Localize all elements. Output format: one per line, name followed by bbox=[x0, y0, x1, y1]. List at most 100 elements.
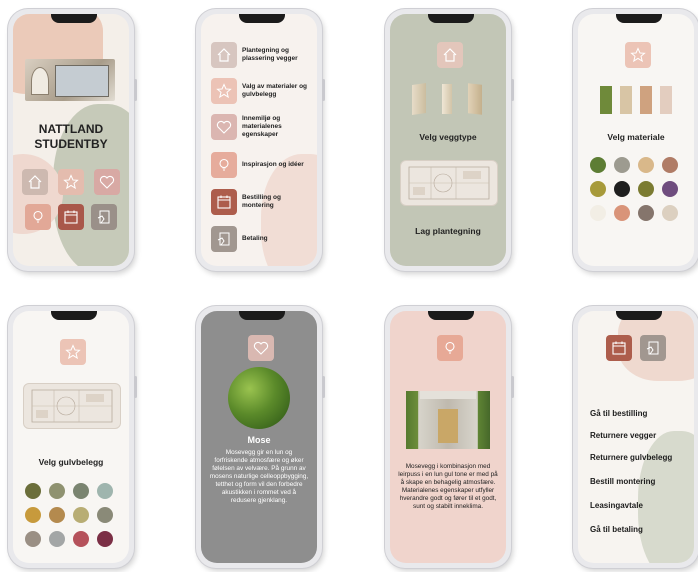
material-sample-4[interactable] bbox=[660, 86, 672, 114]
wall-type-label: Velg veggtype bbox=[419, 132, 477, 142]
material-swatch[interactable] bbox=[638, 181, 654, 197]
heart-icon bbox=[99, 175, 115, 189]
go-to-payment-link[interactable]: Gå til betaling bbox=[590, 525, 643, 534]
inspiration-description: Mosevegg i kombinasjon med leirpuss i en… bbox=[398, 463, 498, 510]
star-tile[interactable] bbox=[60, 339, 86, 365]
star-tile[interactable] bbox=[625, 42, 651, 68]
walltype-screen: Velg veggtype Lag plantegning bbox=[390, 14, 506, 266]
heart-icon bbox=[216, 120, 232, 134]
star-icon bbox=[63, 174, 79, 190]
material-swatch[interactable] bbox=[662, 157, 678, 173]
material-swatch[interactable] bbox=[590, 205, 606, 221]
phone-home: NATTLAND STUDENTBY bbox=[8, 9, 137, 271]
home-tile-inspiration[interactable] bbox=[25, 204, 51, 230]
floor-swatch[interactable] bbox=[49, 507, 65, 523]
material-swatch[interactable] bbox=[638, 205, 654, 221]
calendar-icon bbox=[64, 210, 78, 224]
home-tile-payment[interactable] bbox=[91, 204, 117, 230]
moss-heading: Mose bbox=[247, 435, 271, 445]
wall-option-2[interactable] bbox=[442, 84, 452, 114]
menu-item-order[interactable]: Bestilling og montering bbox=[211, 189, 312, 215]
calendar-icon bbox=[217, 195, 231, 209]
leasing-link[interactable]: Leasingavtale bbox=[590, 501, 643, 510]
material-screen: Velg materiale bbox=[578, 14, 694, 266]
payment-tile[interactable] bbox=[640, 335, 666, 361]
floor-plan-label: Lag plantegning bbox=[415, 226, 481, 236]
floor-plan[interactable] bbox=[23, 383, 121, 429]
home-tile-plan[interactable] bbox=[22, 169, 48, 195]
material-swatch[interactable] bbox=[614, 181, 630, 197]
phone-order: Gå til bestilling Returnere vegger Retur… bbox=[573, 306, 698, 568]
floor-swatch[interactable] bbox=[25, 483, 41, 499]
phone-floor: Velg gulvbelegg bbox=[8, 306, 137, 568]
menu-item-materials[interactable]: Valg av materialer og gulvbelegg bbox=[211, 78, 312, 104]
floor-swatch[interactable] bbox=[25, 507, 41, 523]
lightbulb-tile[interactable] bbox=[437, 335, 463, 361]
heart-tile[interactable] bbox=[248, 335, 274, 361]
material-swatch[interactable] bbox=[590, 157, 606, 173]
heart-icon bbox=[253, 341, 269, 355]
moss-description: Mosevegg gir en lun og forfriskende atmo… bbox=[209, 449, 309, 504]
lightbulb-icon bbox=[445, 341, 455, 354]
star-icon bbox=[216, 83, 232, 99]
floor-swatch[interactable] bbox=[73, 531, 89, 547]
phone-inspiration: Mosevegg i kombinasjon med leirpuss i en… bbox=[385, 306, 514, 568]
floor-swatch[interactable] bbox=[49, 531, 65, 547]
inspiration-screen: Mosevegg i kombinasjon med leirpuss i en… bbox=[390, 311, 506, 563]
house-tile[interactable] bbox=[437, 42, 463, 68]
payment-icon bbox=[97, 210, 110, 224]
order-installation-link[interactable]: Bestill montering bbox=[590, 477, 655, 486]
phone-menu: Plantegning og plassering vegger Valg av… bbox=[196, 9, 325, 271]
material-sample-1[interactable] bbox=[600, 86, 612, 114]
menu-screen: Plantegning og plassering vegger Valg av… bbox=[201, 14, 317, 266]
wall-option-1[interactable] bbox=[412, 83, 426, 115]
material-swatch[interactable] bbox=[614, 205, 630, 221]
menu-item-inspiration[interactable]: Inspirasjon og idéer bbox=[211, 152, 312, 178]
material-swatch[interactable] bbox=[590, 181, 606, 197]
material-swatch[interactable] bbox=[662, 181, 678, 197]
return-floor-link[interactable]: Returnere gulvbelegg bbox=[590, 453, 672, 462]
home-tile-environment[interactable] bbox=[94, 169, 120, 195]
material-sample-3[interactable] bbox=[640, 86, 652, 114]
material-swatch[interactable] bbox=[614, 157, 630, 173]
order-tile[interactable] bbox=[606, 335, 632, 361]
material-label: Velg materiale bbox=[607, 132, 665, 142]
lightbulb-icon bbox=[219, 158, 229, 171]
home-tile-order[interactable] bbox=[58, 204, 84, 230]
calendar-icon bbox=[612, 341, 626, 355]
material-swatch[interactable] bbox=[662, 205, 678, 221]
order-screen: Gå til bestilling Returnere vegger Retur… bbox=[578, 311, 694, 563]
home-screen: NATTLAND STUDENTBY bbox=[13, 14, 129, 266]
return-walls-link[interactable]: Returnere vegger bbox=[590, 431, 656, 440]
phone-material: Velg materiale bbox=[573, 9, 698, 271]
app-title: NATTLAND STUDENTBY bbox=[34, 122, 108, 151]
floor-swatch[interactable] bbox=[73, 483, 89, 499]
star-icon bbox=[65, 344, 81, 360]
hero-photo bbox=[25, 59, 115, 101]
menu-item-environment[interactable]: Innemiljø og materialenes egenskaper bbox=[211, 114, 312, 140]
material-swatch[interactable] bbox=[638, 157, 654, 173]
star-icon bbox=[630, 47, 646, 63]
house-icon bbox=[443, 48, 457, 62]
floor-label: Velg gulvbelegg bbox=[38, 457, 104, 467]
floor-screen: Velg gulvbelegg bbox=[13, 311, 129, 563]
menu-item-payment[interactable]: Betaling bbox=[211, 226, 312, 252]
moss-image bbox=[228, 367, 290, 429]
floor-swatch[interactable] bbox=[97, 507, 113, 523]
go-to-order-link[interactable]: Gå til bestilling bbox=[590, 409, 647, 418]
house-icon bbox=[217, 48, 231, 62]
floor-swatch[interactable] bbox=[25, 531, 41, 547]
phone-walltype: Velg veggtype Lag plantegning bbox=[385, 9, 514, 271]
inspiration-photo bbox=[406, 391, 490, 449]
floor-swatch[interactable] bbox=[97, 483, 113, 499]
material-sample-2[interactable] bbox=[620, 86, 632, 114]
payment-icon bbox=[217, 232, 230, 246]
menu-item-plan[interactable]: Plantegning og plassering vegger bbox=[211, 42, 312, 68]
floor-plan[interactable] bbox=[400, 160, 498, 206]
floor-swatch[interactable] bbox=[97, 531, 113, 547]
floor-swatch[interactable] bbox=[73, 507, 89, 523]
phone-moss: Mose Mosevegg gir en lun og forfriskende… bbox=[196, 306, 325, 568]
wall-option-3[interactable] bbox=[468, 83, 482, 115]
home-tile-materials[interactable] bbox=[58, 169, 84, 195]
floor-swatch[interactable] bbox=[49, 483, 65, 499]
